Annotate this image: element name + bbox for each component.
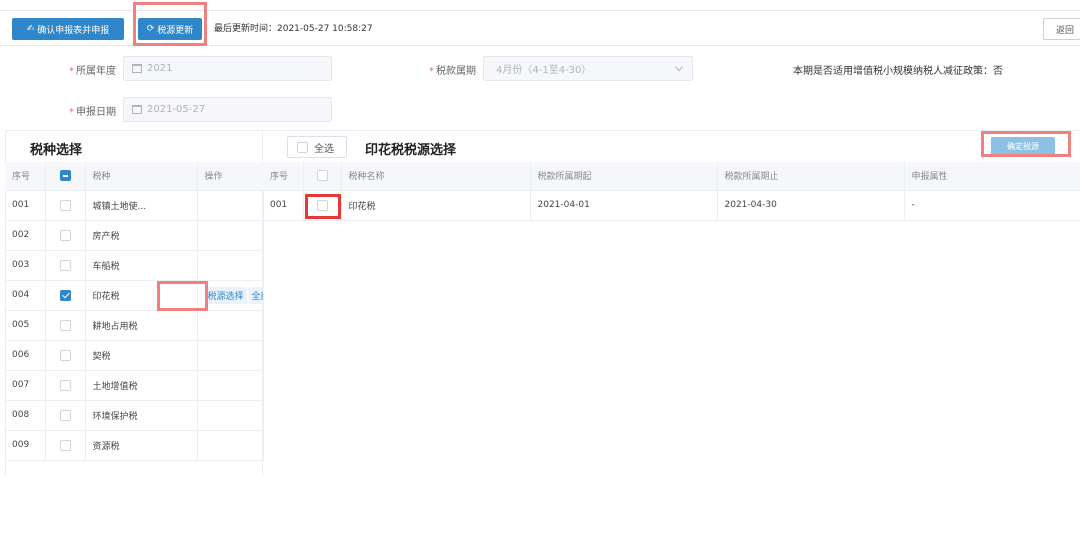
col-header-end: 税款所属期止 xyxy=(717,162,905,191)
back-button[interactable]: 返回 xyxy=(1043,18,1080,40)
col-header-attr: 申报属性 xyxy=(904,162,1080,191)
confirm-source-button[interactable]: 确定税源 xyxy=(991,137,1055,156)
confirm-declare-button[interactable]: ✍ 确认申报表并申报 xyxy=(12,18,124,40)
table-header-row: 序号 税种 操作 xyxy=(5,162,264,191)
col-header-op: 操作 xyxy=(197,162,264,191)
tax-type-title: 税种选择 xyxy=(30,143,83,158)
signature-icon: ✍ xyxy=(26,24,35,34)
row-checkbox[interactable] xyxy=(59,199,71,211)
policy-text: 本期是否适用增值税小规模纳税人减征政策：否 xyxy=(793,66,1003,77)
row-checkbox[interactable] xyxy=(59,259,71,271)
chevron-down-icon xyxy=(674,62,684,72)
calendar-icon xyxy=(132,105,142,114)
row-checkbox[interactable] xyxy=(59,379,71,391)
row-checkbox[interactable] xyxy=(59,229,71,241)
col-header-no: 序号 xyxy=(263,162,304,191)
toolbar: ✍ 确认申报表并申报 ⟳ 税源更新 最后更新时间：2021-05-27 10:5… xyxy=(0,10,1080,46)
table-row: 009 资源税 xyxy=(5,430,264,461)
table-header-row: 序号 税种名称 税款所属期起 税款所属期止 申报属性 xyxy=(263,162,1080,191)
row-checkbox[interactable] xyxy=(59,289,71,301)
header-checkbox[interactable] xyxy=(316,170,328,182)
table-row: 002 房产税 xyxy=(5,220,264,251)
table-row: 001 城镇土地使... xyxy=(5,190,264,221)
all-button[interactable]: 全部 xyxy=(248,286,262,304)
row-checkbox[interactable] xyxy=(316,199,328,211)
date-field[interactable]: 2021-05-27 xyxy=(123,97,332,122)
table-row: 008 环境保护税 xyxy=(5,400,264,431)
row-checkbox[interactable] xyxy=(59,319,71,331)
calendar-icon xyxy=(132,64,142,73)
col-header-tax: 税种 xyxy=(85,162,198,191)
col-header-check xyxy=(303,162,342,191)
year-field[interactable]: 2021 xyxy=(123,56,332,81)
tax-source-table: 序号 税种名称 税款所属期起 税款所属期止 申报属性 001 印花税 2021-… xyxy=(263,162,1080,221)
select-all-checkbox[interactable] xyxy=(59,170,71,182)
table-row: 001 印花税 2021-04-01 2021-04-30 - xyxy=(263,190,1080,221)
col-header-name: 税种名称 xyxy=(341,162,531,191)
confirm-declare-label: 确认申报表并申报 xyxy=(37,25,110,36)
source-select-button[interactable]: 税源选择 xyxy=(204,286,247,304)
col-header-check xyxy=(45,162,86,191)
col-header-start: 税款所属期起 xyxy=(530,162,718,191)
refresh-source-label: 税源更新 xyxy=(157,25,194,36)
table-row: 006 契税 xyxy=(5,340,264,371)
last-update-time: 最后更新时间：2021-05-27 10:58:27 xyxy=(214,24,373,34)
date-label: * 申报日期 xyxy=(69,107,116,118)
select-all-label: 全选 xyxy=(314,143,334,155)
tax-source-title: 印花税税源选择 xyxy=(365,143,457,158)
period-label: * 税款属期 xyxy=(429,66,476,77)
table-row: 007 土地增值税 xyxy=(5,370,264,401)
row-checkbox[interactable] xyxy=(59,349,71,361)
col-header-no: 序号 xyxy=(5,162,46,191)
period-select[interactable]: 4月份（4-1至4-30） xyxy=(483,56,693,81)
select-all-toggle[interactable]: 全选 xyxy=(287,136,347,158)
year-label: * 所属年度 xyxy=(69,66,116,77)
row-checkbox[interactable] xyxy=(59,409,71,421)
refresh-icon: ⟳ xyxy=(146,24,155,34)
refresh-source-button[interactable]: ⟳ 税源更新 xyxy=(138,18,202,40)
table-row: 003 车船税 xyxy=(5,250,264,281)
table-row: 004印花税税源选择全部 xyxy=(5,280,264,311)
select-all-checkbox[interactable] xyxy=(297,141,308,153)
tax-type-table: 序号 税种 操作 001 城镇土地使... 002 房产税 003 车船税 004 印花… xyxy=(5,162,264,461)
row-checkbox[interactable] xyxy=(59,439,71,451)
table-row: 005 耕地占用税 xyxy=(5,310,264,341)
